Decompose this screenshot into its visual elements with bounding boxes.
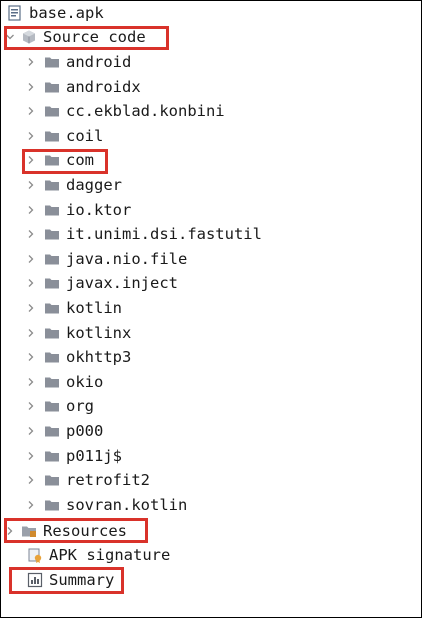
tree-node-source-code[interactable]: Source code — [5, 26, 146, 48]
chevron-right-icon[interactable] — [26, 76, 36, 98]
tree-node-label: Resources — [43, 522, 127, 540]
package-label: com — [66, 151, 94, 170]
package-item[interactable]: io.ktor — [26, 199, 131, 221]
chevron-right-icon[interactable] — [26, 322, 36, 344]
package-item[interactable]: kotlinx — [26, 322, 131, 344]
chevron-right-icon[interactable] — [26, 174, 36, 196]
package-label: android — [66, 53, 132, 71]
folder-icon — [44, 152, 60, 168]
package-cube-icon — [21, 29, 37, 45]
folder-icon — [44, 374, 60, 390]
package-item[interactable]: org — [26, 395, 94, 417]
tree-node-label: Summary — [49, 571, 115, 589]
folder-icon — [44, 448, 60, 464]
package-item[interactable]: java.nio.file — [26, 248, 187, 270]
package-item[interactable]: retrofit2 — [26, 469, 150, 491]
package-label: androidx — [66, 77, 141, 96]
folder-icon — [44, 349, 60, 365]
folder-icon — [44, 300, 60, 316]
folder-icon — [44, 423, 60, 439]
chevron-right-icon[interactable] — [26, 223, 36, 245]
package-label: coil — [66, 126, 104, 145]
folder-icon — [44, 226, 60, 242]
package-item[interactable]: it.unimi.dsi.fastutil — [26, 223, 262, 245]
chevron-right-icon[interactable] — [26, 272, 36, 294]
package-item[interactable]: okio — [26, 371, 103, 393]
tree-node-resources[interactable]: Resources — [5, 520, 127, 542]
tree-root-label: base.apk — [29, 4, 104, 22]
package-item[interactable]: javax.inject — [26, 272, 178, 294]
resources-folder-icon — [21, 523, 37, 539]
package-label: cc.ekblad.konbini — [66, 102, 225, 121]
package-label: retrofit2 — [66, 471, 150, 490]
tree-root-base-apk[interactable]: base.apk — [7, 2, 104, 24]
package-label: io.ktor — [66, 200, 132, 219]
chevron-right-icon[interactable] — [5, 520, 15, 542]
chevron-right-icon[interactable] — [26, 125, 36, 147]
folder-icon — [44, 497, 60, 513]
folder-icon — [44, 251, 60, 267]
chevron-right-icon[interactable] — [26, 445, 36, 467]
chevron-right-icon[interactable] — [26, 51, 36, 73]
package-label: sovran.kotlin — [66, 495, 188, 514]
folder-icon — [44, 177, 60, 193]
package-item[interactable]: coil — [26, 125, 103, 147]
package-item[interactable]: com — [26, 149, 94, 171]
package-item[interactable]: android — [26, 51, 131, 73]
chevron-right-icon[interactable] — [26, 297, 36, 319]
package-item[interactable]: p000 — [26, 420, 103, 442]
tree-node-label: Source code — [43, 28, 146, 46]
folder-icon — [44, 54, 60, 70]
folder-icon — [44, 472, 60, 488]
tree-node-summary[interactable]: Summary — [27, 569, 114, 591]
folder-icon — [44, 325, 60, 341]
chevron-down-icon[interactable] — [5, 26, 15, 48]
package-item[interactable]: sovran.kotlin — [26, 494, 187, 516]
folder-icon — [44, 398, 60, 414]
package-label: p011j$ — [66, 446, 122, 465]
chevron-right-icon[interactable] — [26, 395, 36, 417]
package-label: kotlinx — [66, 323, 132, 342]
chevron-right-icon[interactable] — [26, 346, 36, 368]
chevron-right-icon[interactable] — [26, 420, 36, 442]
folder-icon — [44, 79, 60, 95]
package-label: java.nio.file — [66, 249, 188, 268]
chevron-right-icon[interactable] — [26, 100, 36, 122]
tree-node-label: APK signature — [49, 546, 171, 564]
chevron-right-icon[interactable] — [26, 494, 36, 516]
chevron-right-icon[interactable] — [26, 469, 36, 491]
package-label: javax.inject — [66, 274, 178, 293]
package-item[interactable]: kotlin — [26, 297, 122, 319]
package-item[interactable]: dagger — [26, 174, 122, 196]
signature-icon — [27, 547, 43, 563]
summary-icon — [27, 572, 43, 588]
chevron-right-icon[interactable] — [26, 149, 36, 171]
chevron-right-icon[interactable] — [26, 199, 36, 221]
package-label: kotlin — [66, 299, 122, 317]
folder-icon — [44, 275, 60, 291]
package-label: org — [66, 397, 94, 416]
folder-icon — [44, 103, 60, 119]
package-label: okhttp3 — [66, 348, 132, 367]
package-item[interactable]: cc.ekblad.konbini — [26, 100, 225, 122]
package-item[interactable]: p011j$ — [26, 445, 122, 467]
chevron-right-icon[interactable] — [26, 248, 36, 270]
package-item[interactable]: okhttp3 — [26, 346, 131, 368]
apk-file-icon — [7, 5, 23, 21]
package-label: it.unimi.dsi.fastutil — [66, 225, 262, 244]
package-label: p000 — [66, 422, 104, 440]
apk-tree-panel: base.apk Source code android androidx cc.e… — [0, 0, 422, 618]
package-item[interactable]: androidx — [26, 76, 141, 98]
package-label: okio — [66, 372, 104, 391]
tree-node-apk-signature[interactable]: APK signature — [27, 544, 170, 566]
package-label: dagger — [66, 176, 122, 194]
folder-icon — [44, 128, 60, 144]
chevron-right-icon[interactable] — [26, 371, 36, 393]
folder-icon — [44, 202, 60, 218]
